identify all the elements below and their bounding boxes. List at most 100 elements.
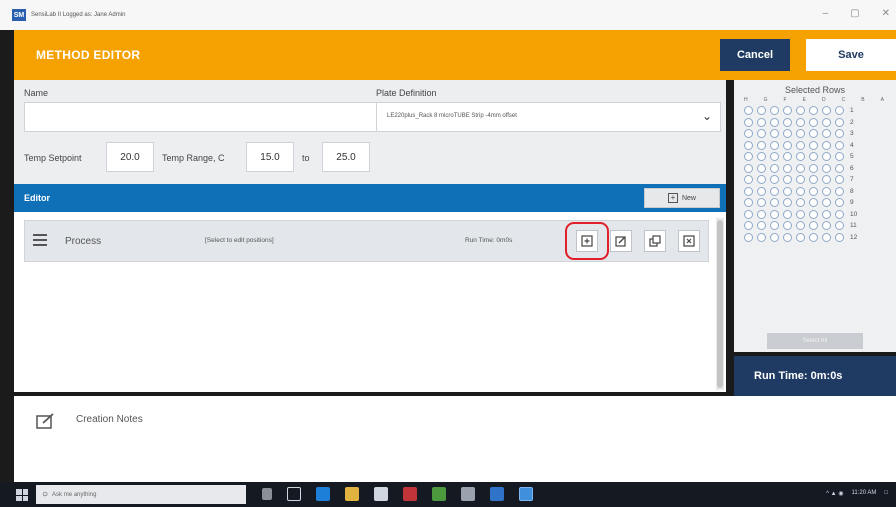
edge-browser-icon[interactable] (316, 487, 330, 501)
well-position[interactable] (757, 198, 766, 208)
well-position[interactable] (822, 209, 831, 219)
well-position[interactable] (822, 163, 831, 173)
well-position[interactable] (796, 106, 805, 116)
well-position[interactable] (770, 152, 779, 162)
plate-row[interactable]: 11 (744, 220, 860, 232)
well-position[interactable] (744, 198, 753, 208)
well-position[interactable] (744, 129, 753, 139)
well-position[interactable] (770, 129, 779, 139)
well-position[interactable] (783, 117, 792, 127)
drag-handle-icon[interactable] (33, 234, 47, 246)
well-position[interactable] (809, 129, 818, 139)
well-position[interactable] (822, 106, 831, 116)
well-position[interactable] (770, 232, 779, 242)
well-position[interactable] (835, 175, 844, 185)
well-position[interactable] (796, 186, 805, 196)
well-position[interactable] (770, 106, 779, 116)
maximize-button[interactable]: ▢ (850, 8, 859, 19)
well-position[interactable] (757, 175, 766, 185)
notifications-icon[interactable]: □ (884, 490, 888, 497)
well-position[interactable] (835, 198, 844, 208)
well-position[interactable] (770, 209, 779, 219)
plate-row[interactable]: 6 (744, 163, 860, 175)
well-position[interactable] (835, 163, 844, 173)
well-position[interactable] (835, 117, 844, 127)
taskbar-search[interactable]: ○ Ask me anything (36, 485, 246, 504)
well-position[interactable] (822, 117, 831, 127)
plate-row[interactable]: 3 (744, 128, 860, 140)
well-position[interactable] (822, 221, 831, 231)
well-position[interactable] (783, 175, 792, 185)
plate-row[interactable]: 12 (744, 232, 860, 244)
well-position[interactable] (796, 232, 805, 242)
well-position[interactable] (744, 106, 753, 116)
plate-row[interactable]: 4 (744, 140, 860, 152)
delete-button[interactable] (678, 230, 700, 252)
well-position[interactable] (835, 186, 844, 196)
well-position[interactable] (770, 117, 779, 127)
well-position[interactable] (744, 221, 753, 231)
name-input[interactable] (24, 102, 384, 132)
well-position[interactable] (822, 129, 831, 139)
well-position[interactable] (744, 163, 753, 173)
well-position[interactable] (783, 140, 792, 150)
well-position[interactable] (809, 198, 818, 208)
well-position[interactable] (770, 198, 779, 208)
well-position[interactable] (757, 152, 766, 162)
well-position[interactable] (809, 186, 818, 196)
well-position[interactable] (757, 140, 766, 150)
well-position[interactable] (744, 140, 753, 150)
well-position[interactable] (757, 129, 766, 139)
plate-row[interactable]: 1 (744, 105, 860, 117)
well-position[interactable] (783, 232, 792, 242)
well-position[interactable] (835, 232, 844, 242)
plate-row[interactable]: 9 (744, 197, 860, 209)
well-position[interactable] (783, 129, 792, 139)
edit-button[interactable] (610, 230, 632, 252)
file-explorer-icon[interactable] (345, 487, 359, 501)
well-position[interactable] (809, 175, 818, 185)
editor-scrollbar[interactable] (716, 218, 724, 390)
well-position[interactable] (744, 175, 753, 185)
well-position[interactable] (744, 186, 753, 196)
editor-scrollbar-thumb[interactable] (717, 220, 723, 388)
clock[interactable]: 11:20 AM (851, 490, 876, 497)
well-position[interactable] (783, 106, 792, 116)
well-position[interactable] (770, 186, 779, 196)
well-position[interactable] (757, 117, 766, 127)
well-position[interactable] (757, 209, 766, 219)
plate-row[interactable]: 7 (744, 174, 860, 186)
cancel-button[interactable]: Cancel (720, 39, 790, 71)
app-icon-gray[interactable] (461, 487, 475, 501)
select-all-button[interactable]: Select All (767, 333, 863, 349)
well-position[interactable] (744, 232, 753, 242)
well-position[interactable] (783, 209, 792, 219)
well-position[interactable] (796, 152, 805, 162)
store-icon[interactable] (374, 487, 388, 501)
plate-row[interactable]: 10 (744, 209, 860, 221)
save-button[interactable]: Save (806, 39, 896, 71)
minimize-button[interactable]: – (823, 8, 829, 19)
well-position[interactable] (809, 232, 818, 242)
new-process-button[interactable]: + New (644, 188, 720, 208)
app-icon-blue[interactable] (490, 487, 504, 501)
well-position[interactable] (783, 221, 792, 231)
microphone-icon[interactable] (262, 488, 272, 500)
well-position[interactable] (770, 163, 779, 173)
well-position[interactable] (796, 117, 805, 127)
sensilab-app-icon[interactable] (519, 487, 533, 501)
well-position[interactable] (796, 198, 805, 208)
task-view-icon[interactable] (287, 487, 301, 501)
well-position[interactable] (822, 175, 831, 185)
well-position[interactable] (835, 152, 844, 162)
well-position[interactable] (796, 221, 805, 231)
well-position[interactable] (809, 163, 818, 173)
well-position[interactable] (822, 140, 831, 150)
well-position[interactable] (835, 209, 844, 219)
well-position[interactable] (809, 117, 818, 127)
well-position[interactable] (757, 186, 766, 196)
well-position[interactable] (809, 152, 818, 162)
temp-range-to-input[interactable]: 25.0 (322, 142, 370, 172)
plate-definition-select[interactable]: LE220plus_Rack 8 microTUBE Strip -4mm of… (376, 102, 721, 132)
well-position[interactable] (770, 175, 779, 185)
